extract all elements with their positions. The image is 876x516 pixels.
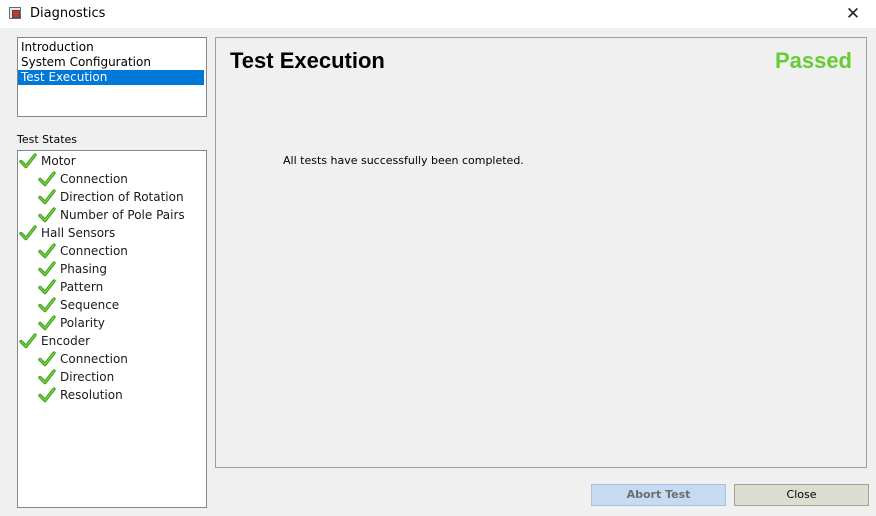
check-icon — [38, 351, 56, 367]
tree-item-label: Pattern — [60, 280, 104, 294]
result-message: All tests have successfully been complet… — [283, 154, 524, 167]
tree-item-encoder[interactable]: Encoder — [18, 332, 206, 350]
close-window-button[interactable]: ✕ — [830, 0, 876, 28]
check-icon — [38, 207, 56, 223]
tree-item-label: Motor — [41, 154, 76, 168]
check-icon — [38, 279, 56, 295]
tree-item-sequence[interactable]: Sequence — [18, 296, 206, 314]
tree-item-polarity[interactable]: Polarity — [18, 314, 206, 332]
tree-item-pattern[interactable]: Pattern — [18, 278, 206, 296]
tree-item-label: Connection — [60, 172, 128, 186]
tree-item-motor[interactable]: Motor — [18, 152, 206, 170]
title-bar: Diagnostics ✕ — [0, 0, 876, 28]
tree-item-label: Direction — [60, 370, 115, 384]
check-icon — [19, 333, 37, 349]
status-badge: Passed — [774, 48, 852, 73]
app-icon — [9, 7, 21, 19]
check-icon — [38, 243, 56, 259]
test-states-heading: Test States — [17, 133, 78, 146]
test-execution-panel: Test Execution Passed All tests have suc… — [215, 37, 867, 468]
check-icon — [19, 153, 37, 169]
tree-item-hall-sensors[interactable]: Hall Sensors — [18, 224, 206, 242]
nav-item-test-execution[interactable]: Test Execution — [18, 70, 204, 85]
tree-item-number-of-pole-pairs[interactable]: Number of Pole Pairs — [18, 206, 206, 224]
window-title: Diagnostics — [30, 6, 106, 21]
tree-item-label: Phasing — [60, 262, 108, 276]
tree-item-label: Resolution — [60, 388, 123, 402]
tree-item-label: Direction of Rotation — [60, 190, 184, 204]
tree-item-label: Connection — [60, 244, 128, 258]
tree-item-encoder-connection[interactable]: Connection — [18, 350, 206, 368]
tree-item-direction-of-rotation[interactable]: Direction of Rotation — [18, 188, 206, 206]
tree-item-label: Polarity — [60, 316, 105, 330]
tree-item-resolution[interactable]: Resolution — [18, 386, 206, 404]
tree-item-label: Sequence — [60, 298, 120, 312]
tree-item-label: Hall Sensors — [41, 226, 116, 240]
test-states-tree[interactable]: Motor Connection Direction of Rotation N… — [17, 150, 207, 508]
check-icon — [38, 261, 56, 277]
check-icon — [38, 315, 56, 331]
check-icon — [38, 171, 56, 187]
abort-test-button[interactable]: Abort Test — [591, 484, 726, 506]
nav-item-system-configuration[interactable]: System Configuration — [18, 55, 206, 70]
tree-item-motor-connection[interactable]: Connection — [18, 170, 206, 188]
nav-item-introduction[interactable]: Introduction — [18, 40, 206, 55]
close-button[interactable]: Close — [734, 484, 869, 506]
check-icon — [38, 387, 56, 403]
tree-item-label: Connection — [60, 352, 128, 366]
step-navigation-list: Introduction System Configuration Test E… — [17, 37, 207, 117]
page-title: Test Execution — [230, 48, 385, 73]
tree-item-label: Encoder — [41, 334, 91, 348]
tree-item-hall-connection[interactable]: Connection — [18, 242, 206, 260]
check-icon — [38, 369, 56, 385]
tree-item-direction[interactable]: Direction — [18, 368, 206, 386]
check-icon — [38, 189, 56, 205]
tree-item-label: Number of Pole Pairs — [60, 208, 185, 222]
tree-item-phasing[interactable]: Phasing — [18, 260, 206, 278]
check-icon — [38, 297, 56, 313]
check-icon — [19, 225, 37, 241]
